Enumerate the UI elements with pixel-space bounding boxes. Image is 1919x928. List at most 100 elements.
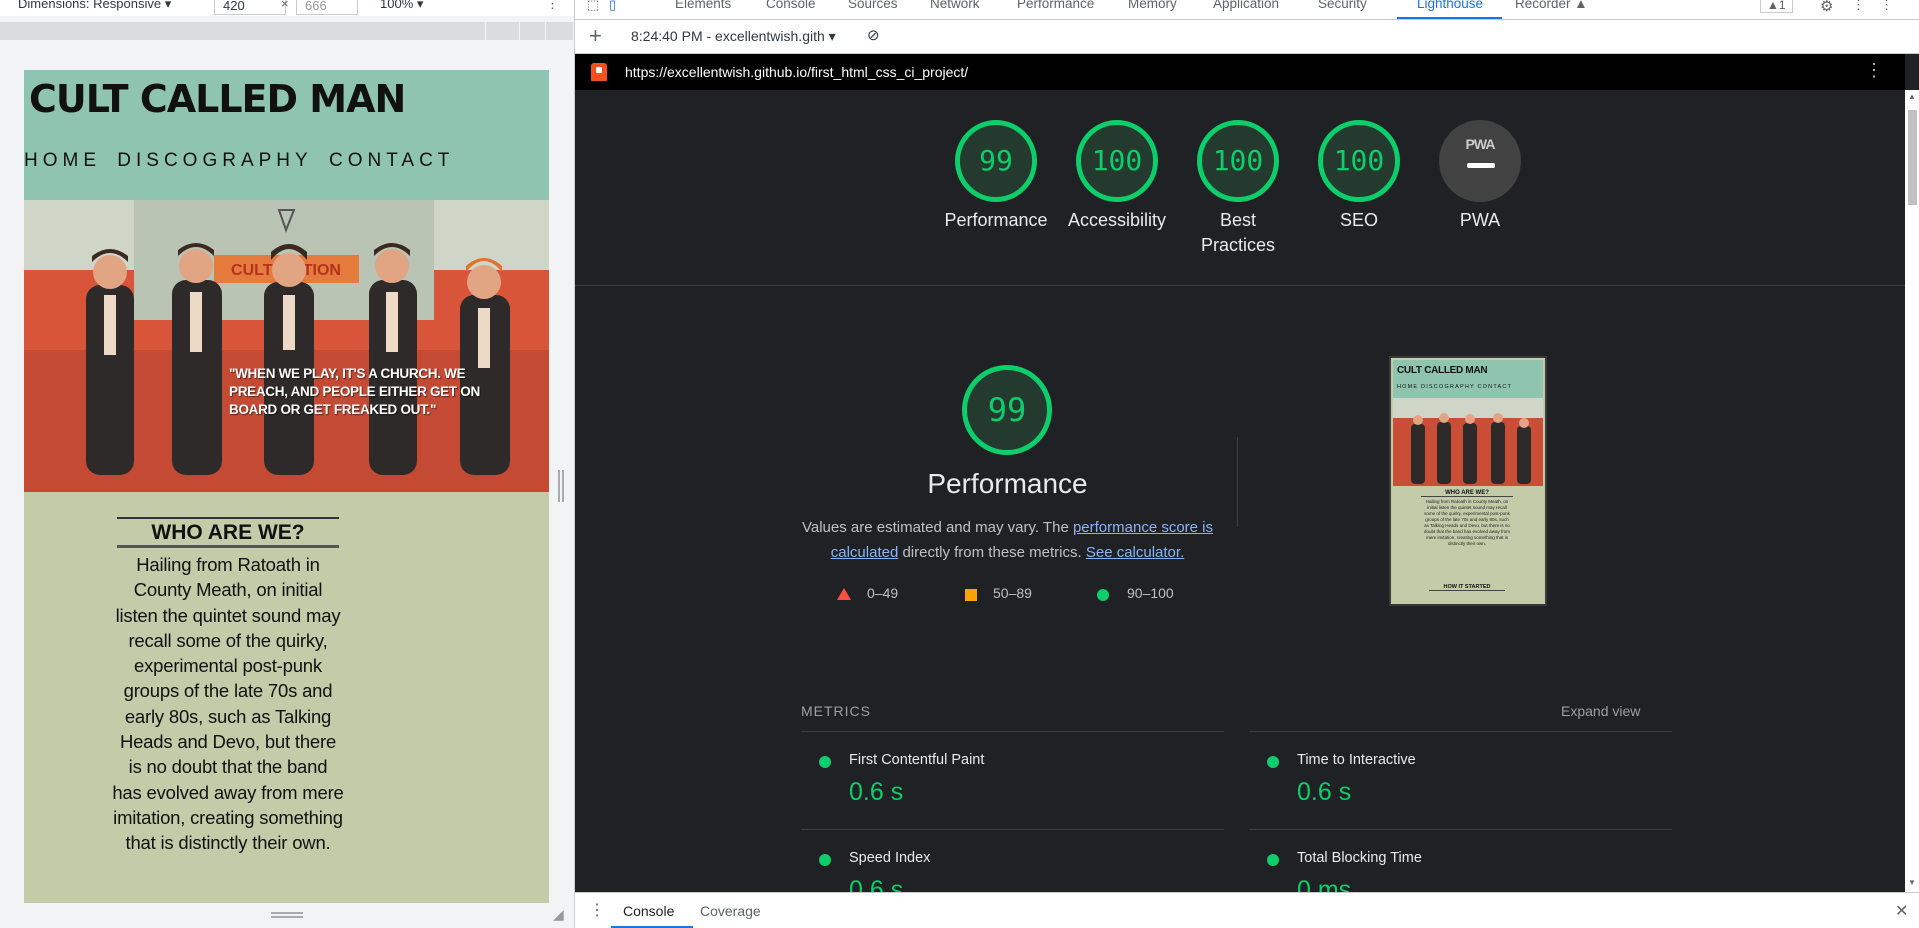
metric-fcp-name: First Contentful Paint xyxy=(849,752,985,768)
width-input[interactable]: 420 xyxy=(214,0,286,15)
nav-link-discography[interactable]: DISCOGRAPHY xyxy=(117,150,312,171)
more-options-icon[interactable]: ⋮ xyxy=(1852,0,1865,13)
metric-si-name: Speed Index xyxy=(849,850,931,866)
resize-corner-icon[interactable]: ◢ xyxy=(553,906,564,923)
chevron-down-icon: ▾ xyxy=(164,0,172,11)
performance-desc-text: directly from these metrics. xyxy=(898,544,1086,561)
metric-tti-value: 0.6 s xyxy=(1297,778,1352,806)
dock-options-icon[interactable]: ⋮ xyxy=(1880,0,1893,13)
thumb-heading: WHO ARE WE? xyxy=(1421,490,1513,497)
pass-circle-icon xyxy=(1267,756,1279,768)
scrollbar-thumb[interactable] xyxy=(1908,110,1917,205)
pwa-badge[interactable]: PWA xyxy=(1439,120,1521,202)
legend-pass-range: 90–100 xyxy=(1127,585,1174,601)
report-url[interactable]: https://excellentwish.github.io/first_ht… xyxy=(625,64,968,80)
tab-console[interactable]: Console xyxy=(766,0,816,11)
legend-fail-range: 0–49 xyxy=(867,585,899,601)
height-input[interactable]: 666 xyxy=(296,0,358,15)
tab-application[interactable]: Application xyxy=(1213,0,1279,11)
dimensions-label: Dimensions: Responsive xyxy=(18,0,162,11)
nav-link-contact[interactable]: CONTACT xyxy=(329,150,454,171)
add-report-icon[interactable]: + xyxy=(589,23,602,49)
seo-gauge[interactable]: 100 xyxy=(1318,120,1400,202)
see-calculator-link[interactable]: See calculator. xyxy=(1086,544,1184,561)
issues-badge[interactable]: ▲1 xyxy=(1760,0,1793,13)
about-heading: WHO ARE WE? xyxy=(117,517,339,548)
inspect-element-icon[interactable]: ⬚ xyxy=(587,0,599,13)
ruler-segment[interactable] xyxy=(520,22,546,40)
lighthouse-icon xyxy=(591,63,607,81)
seo-gauge-label: SEO xyxy=(1339,210,1378,230)
performance-gauge-label: Performance xyxy=(944,210,1048,230)
tab-memory[interactable]: Memory xyxy=(1128,0,1177,11)
about-text: Hailing from Ratoath in County Meath, on… xyxy=(112,554,344,854)
pass-circle-icon xyxy=(1097,589,1109,601)
tab-sources[interactable]: Sources xyxy=(848,0,898,11)
close-drawer-icon[interactable]: ✕ xyxy=(1895,901,1908,921)
lighthouse-report: 99 Performance 100 Accessibility 100 Bes… xyxy=(575,90,1905,892)
metrics-header: METRICS xyxy=(801,703,871,719)
ruler-segment[interactable] xyxy=(0,22,486,40)
tab-network[interactable]: Network xyxy=(930,0,980,11)
warning-icon: ▲ xyxy=(1767,0,1779,12)
accessibility-gauge[interactable]: 100 xyxy=(1076,120,1158,202)
zoom-label: 100% xyxy=(380,0,414,11)
ruler-segment[interactable] xyxy=(546,22,574,40)
tab-elements[interactable]: Elements xyxy=(675,0,731,11)
nav-link-home[interactable]: HOME xyxy=(24,150,101,171)
scroll-up-icon[interactable]: ▲ xyxy=(1908,92,1916,101)
media-query-ruler[interactable] xyxy=(0,22,574,40)
thumb-title: CULT CALLED MAN xyxy=(1397,365,1488,376)
ruler-segment[interactable] xyxy=(486,22,520,40)
report-menu-icon[interactable]: ⋮ xyxy=(1865,60,1883,81)
site-nav: HOME DISCOGRAPHY CONTACT xyxy=(24,150,460,172)
scroll-down-icon[interactable]: ▼ xyxy=(1908,878,1916,887)
hero-quote: "WHEN WE PLAY, IT'S A CHURCH. WE PREACH,… xyxy=(229,366,480,417)
final-screenshot-thumbnail[interactable]: CULT CALLED MAN HOME DISCOGRAPHY CONTACT xyxy=(1389,356,1547,606)
clear-reports-icon[interactable]: ⊘ xyxy=(867,26,880,44)
pwa-gauge-label: PWA xyxy=(1459,210,1501,230)
more-options-icon[interactable]: ⋮ xyxy=(546,0,559,12)
metric-divider xyxy=(1249,731,1672,732)
report-scrollbar[interactable]: ▲ ▼ xyxy=(1905,90,1919,892)
vertical-divider xyxy=(1237,437,1238,527)
performance-title: Performance xyxy=(927,468,1088,499)
pass-circle-icon xyxy=(819,854,831,866)
drawer-tab-coverage[interactable]: Coverage xyxy=(700,903,761,919)
resize-handle-vertical[interactable] xyxy=(271,912,303,918)
tab-recorder[interactable]: Recorder ▲ xyxy=(1515,0,1588,11)
pwa-badge-text: PWA xyxy=(1465,136,1496,152)
fail-triangle-icon xyxy=(837,588,851,600)
average-square-icon xyxy=(965,589,977,601)
tab-performance[interactable]: Performance xyxy=(1017,0,1094,11)
active-tab-indicator xyxy=(1397,17,1502,19)
dimensions-dropdown[interactable]: Dimensions: Responsive ▾ xyxy=(18,0,171,12)
pass-circle-icon xyxy=(1267,854,1279,866)
device-toggle-icon[interactable]: ▯ xyxy=(609,0,616,13)
report-url-bar: https://excellentwish.github.io/first_ht… xyxy=(575,54,1905,90)
tab-security[interactable]: Security xyxy=(1318,0,1367,11)
legend-average-range: 50–89 xyxy=(993,585,1032,601)
metric-divider xyxy=(801,829,1224,830)
chevron-down-icon: ▾ xyxy=(416,0,424,11)
pass-circle-icon xyxy=(819,756,831,768)
device-toolbar: Dimensions: Responsive ▾ 420 × 666 100% … xyxy=(0,0,574,16)
thumb-header: CULT CALLED MAN HOME DISCOGRAPHY CONTACT xyxy=(1393,360,1543,398)
drawer-menu-icon[interactable]: ⋮ xyxy=(589,900,605,920)
tab-lighthouse[interactable]: Lighthouse xyxy=(1417,0,1483,11)
recorder-icon: ▲ xyxy=(1574,0,1588,11)
expand-view-toggle[interactable]: Expand view xyxy=(1561,703,1640,719)
devtools-tab-bar: ⬚ ▯ Elements Console Sources Network Per… xyxy=(575,0,1919,20)
best-practices-gauge[interactable]: 100 xyxy=(1197,120,1279,202)
performance-score-gauge: 99 xyxy=(962,365,1052,455)
resize-handle-horizontal[interactable] xyxy=(558,470,564,502)
performance-gauge[interactable]: 99 xyxy=(955,120,1037,202)
drawer-tab-console[interactable]: Console xyxy=(623,903,674,919)
report-selector[interactable]: 8:24:40 PM - excellentwish.gith ▾ xyxy=(631,28,836,45)
zoom-dropdown[interactable]: 100% ▾ xyxy=(380,0,423,12)
metric-tti-name: Time to Interactive xyxy=(1297,752,1416,768)
settings-gear-icon[interactable]: ⚙ xyxy=(1820,0,1833,15)
thumb-nav: HOME DISCOGRAPHY CONTACT xyxy=(1397,384,1513,390)
thumb-hero xyxy=(1393,398,1543,486)
metric-divider xyxy=(1249,829,1672,830)
